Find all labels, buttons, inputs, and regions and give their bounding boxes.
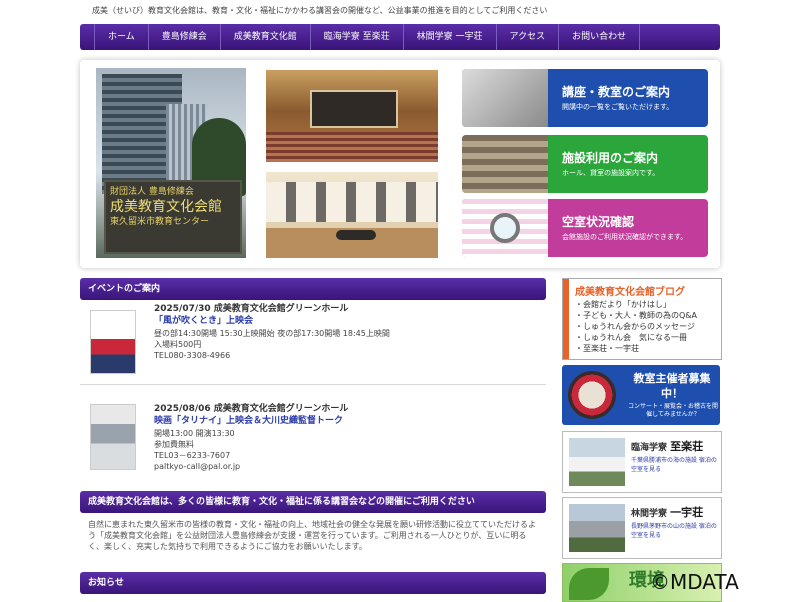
courses-banner-photo [462, 69, 548, 127]
sea-dorm-photo [569, 438, 625, 486]
magnifier-icon [490, 213, 520, 243]
hall-seats [266, 132, 438, 162]
courses-banner[interactable]: 講座・教室のご案内 開講中の一覧をご覧いただけます。 [462, 69, 708, 127]
forest-dorm-photo [569, 504, 625, 552]
forest-dorm-banner[interactable]: 林間学寮 一宇荘 長野県茅野市の山の施設 宿泊の空室を見る [562, 497, 722, 559]
event-line: paltkyo-call@pal.or.jp [154, 462, 241, 471]
availability-banner-photo [462, 199, 548, 257]
leaf-icon [569, 568, 609, 600]
gallery-bench [336, 230, 376, 240]
blog-accent-bar [563, 279, 569, 359]
sea-dorm-label: 臨海学寮 [631, 443, 668, 453]
blog-box[interactable]: 成美教育文化会館ブログ ・会館だより「かけはし」 ・子ども・大人・教師の為のQ&… [562, 278, 722, 360]
blog-link[interactable]: ・しゅうれん会 気になる一冊 [575, 332, 719, 343]
notice-heading: お知らせ [80, 572, 546, 594]
facilities-banner[interactable]: 施設利用のご案内 ホール、貸室の施設案内です。 [462, 135, 708, 193]
recruit-photo [568, 371, 616, 419]
blog-link[interactable]: ・しゅうれん会からのメッセージ [575, 321, 719, 332]
nav-contact[interactable]: お問い合わせ [559, 24, 641, 50]
event-line: 入場料500円 [154, 340, 202, 349]
nav-access[interactable]: アクセス [497, 24, 560, 50]
nav-sea-dorm[interactable]: 臨海学寮 至楽荘 [311, 24, 404, 50]
facilities-banner-subtitle: ホール、貸室の施設案内です。 [562, 169, 660, 177]
forest-dorm-name: 一宇荘 [670, 506, 704, 519]
forest-dorm-subtitle: 長野県茅野市の山の施設 宿泊の空室を見る [631, 523, 717, 539]
event-details: 2025/07/30 成美教育文化会館グリーンホール 「風が吹くとき」上映会 昼… [154, 304, 544, 361]
organizer-recruit-banner[interactable]: 教室主催者募集中！ コンサート・展覧会・お稽古を開催してみませんか？ [562, 365, 720, 425]
event-line: TEL080-3308-4966 [154, 351, 231, 360]
event-date: 2025/08/06 成美教育文化会館グリーンホール [154, 404, 349, 414]
availability-banner[interactable]: 空室状況確認 会館施設のご利用状況確認ができます。 [462, 199, 708, 257]
hall-stage [310, 90, 398, 128]
forest-dorm-label: 林間学寮 [631, 509, 668, 519]
recruit-subtitle: コンサート・展覧会・お稽古を開催してみませんか？ [628, 403, 719, 418]
blog-title[interactable]: 成美教育文化会館ブログ [575, 283, 685, 298]
event-date: 2025/07/30 成美教育文化会館グリーンホール [154, 304, 349, 314]
courses-banner-subtitle: 開講中の一覧をご覧いただけます。 [562, 103, 674, 111]
events-heading: イベントのご案内 [80, 278, 546, 300]
availability-banner-subtitle: 会館施設のご利用状況確認ができます。 [562, 233, 688, 241]
divider [80, 384, 546, 385]
signboard-line: 財団法人 豊島修練会 [110, 187, 194, 197]
sea-dorm-subtitle: 千葉県勝浦市の海の施設 宿泊の空室を見る [631, 457, 717, 473]
blog-link[interactable]: ・会館だより「かけはし」 [575, 299, 719, 310]
event-line: 開場13:00 開演13:30 [154, 429, 235, 438]
gallery-photo [266, 172, 438, 258]
event-line: 昼の部14:30開場 15:30上映開始 夜の部17:30開場 18:45上映間 [154, 329, 390, 338]
blog-link[interactable]: ・至楽荘・一宇荘 [575, 343, 719, 354]
availability-banner-title: 空室状況確認 [562, 215, 635, 229]
about-heading: 成美教育文化会館は、多くの皆様に教育・文化・福祉に係る講習会などの開催にご利用く… [80, 491, 546, 513]
courses-banner-title: 講座・教室のご案内 [562, 85, 671, 99]
building-signboard: 財団法人 豊島修練会 成美教育文化会館 東久留米市教育センター [104, 180, 242, 254]
main-navigation: ホーム 豊島修練会 成美教育文化館 臨海学寮 至楽荘 林間学寮 一宇荘 アクセス… [80, 24, 720, 50]
signboard-name: 成美教育文化会館 [110, 199, 222, 215]
nav-forest-dorm[interactable]: 林間学寮 一宇荘 [404, 24, 497, 50]
event-line: 参加費無料 [154, 440, 194, 449]
hall-photo [266, 70, 438, 162]
event-poster[interactable] [90, 310, 136, 374]
event-title[interactable]: 映画「タリナイ」上映会＆大川史織監督トーク [154, 415, 544, 428]
sea-dorm-title: 臨海学寮 至楽荘 [631, 438, 703, 454]
building-photo: 財団法人 豊島修練会 成美教育文化会館 東久留米市教育センター [96, 68, 246, 258]
gallery-wall [266, 182, 438, 222]
event-poster[interactable] [90, 404, 136, 470]
event-line: TEL03－6233-7607 [154, 451, 231, 460]
facilities-banner-photo [462, 135, 548, 193]
sea-dorm-banner[interactable]: 臨海学寮 至楽荘 千葉県勝浦市の海の施設 宿泊の空室を見る [562, 431, 722, 493]
about-text: 自然に恵まれた東久留米市の皆様の教育・文化・福祉の向上、地域社会の健全な発展を願… [88, 520, 536, 551]
nav-toshima-shurenkai[interactable]: 豊島修練会 [149, 24, 221, 50]
signboard-line: 東久留米市教育センター [110, 217, 210, 227]
sea-dorm-name: 至楽荘 [670, 440, 704, 453]
site-tagline: 成美（せいび）教育文化会館は、教育・文化・福祉にかかわる講習会の開催など、公益事… [92, 6, 548, 15]
event-title[interactable]: 「風が吹くとき」上映会 [154, 315, 544, 328]
nav-home[interactable]: ホーム [94, 24, 149, 50]
blog-links: ・会館だより「かけはし」 ・子ども・大人・教師の為のQ&A ・しゅうれん会からの… [575, 299, 719, 354]
recruit-title: 教室主催者募集中！ [633, 372, 711, 400]
event-details: 2025/08/06 成美教育文化会館グリーンホール 映画「タリナイ」上映会＆大… [154, 404, 544, 472]
facilities-banner-title: 施設利用のご案内 [562, 151, 659, 165]
blog-link[interactable]: ・子ども・大人・教師の為のQ&A [575, 310, 719, 321]
forest-dorm-title: 林間学寮 一宇荘 [631, 504, 703, 520]
notice-text [88, 594, 540, 600]
nav-seibi-hall[interactable]: 成美教育文化館 [221, 24, 311, 50]
watermark: ©MDATA [650, 570, 739, 594]
